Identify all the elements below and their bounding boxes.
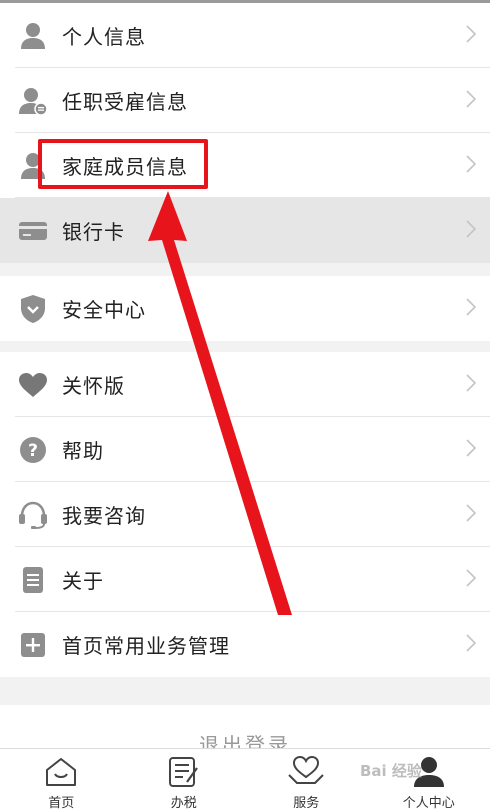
menu-item-label: 关于 <box>62 565 104 594</box>
chevron-right-icon <box>466 634 476 656</box>
menu-item-label: 帮助 <box>62 435 104 464</box>
watermark: Bai 经验 <box>360 760 422 781</box>
shield-icon <box>17 293 49 325</box>
menu-group-security: 安全中心 <box>0 276 490 341</box>
tab-tax[interactable]: 办税 <box>123 749 246 812</box>
menu-group-other: 关怀版 ? 帮助 我要咨询 关于 首页常用业务管理 <box>0 352 490 677</box>
bank-card-icon <box>17 215 49 247</box>
menu-item-label: 个人信息 <box>62 21 146 50</box>
menu-item-about[interactable]: 关于 <box>0 547 490 612</box>
document-icon <box>17 564 49 596</box>
menu-item-help[interactable]: ? 帮助 <box>0 417 490 482</box>
chevron-right-icon <box>466 374 476 396</box>
chevron-right-icon <box>466 90 476 112</box>
menu-item-label: 任职受雇信息 <box>62 86 188 115</box>
tax-form-icon <box>167 755 201 789</box>
plus-square-icon <box>17 629 49 661</box>
menu-item-security-center[interactable]: 安全中心 <box>0 276 490 341</box>
chevron-right-icon <box>466 25 476 47</box>
logout-label: 退出登录 <box>199 729 291 749</box>
chevron-right-icon <box>466 504 476 526</box>
menu-item-employment-info[interactable]: 任职受雇信息 <box>0 68 490 133</box>
tab-service[interactable]: 服务 <box>245 749 368 812</box>
menu-item-care-version[interactable]: 关怀版 <box>0 352 490 417</box>
headset-icon <box>17 499 49 531</box>
logout-button[interactable]: 退出登录 <box>0 705 490 749</box>
tab-label: 首页 <box>48 792 74 811</box>
tab-label: 个人中心 <box>403 792 455 811</box>
menu-item-bank-card[interactable]: 银行卡 <box>0 198 490 263</box>
chevron-right-icon <box>466 155 476 177</box>
menu-item-label: 关怀版 <box>62 370 125 399</box>
annotation-highlight-box <box>38 139 208 189</box>
person-icon <box>17 20 49 52</box>
menu-item-label: 首页常用业务管理 <box>62 630 230 659</box>
menu-item-homepage-services-management[interactable]: 首页常用业务管理 <box>0 612 490 677</box>
chevron-right-icon <box>466 298 476 320</box>
chevron-right-icon <box>466 439 476 461</box>
chevron-right-icon <box>466 220 476 242</box>
menu-group-personal: 个人信息 任职受雇信息 家庭成员信息 银行卡 <box>0 3 490 263</box>
menu-item-personal-info[interactable]: 个人信息 <box>0 3 490 68</box>
question-icon: ? <box>17 434 49 466</box>
service-heart-icon <box>287 755 325 789</box>
chevron-right-icon <box>466 569 476 591</box>
tab-label: 服务 <box>293 792 319 811</box>
tab-label: 办税 <box>171 792 197 811</box>
menu-item-label: 我要咨询 <box>62 500 146 529</box>
menu-item-consult[interactable]: 我要咨询 <box>0 482 490 547</box>
svg-text:?: ? <box>28 441 38 461</box>
menu-item-label: 安全中心 <box>62 294 146 323</box>
menu-item-label: 银行卡 <box>62 216 125 245</box>
tab-home[interactable]: 首页 <box>0 749 123 812</box>
heart-icon <box>17 369 49 401</box>
person-employment-icon <box>17 85 49 117</box>
home-icon <box>44 755 78 789</box>
